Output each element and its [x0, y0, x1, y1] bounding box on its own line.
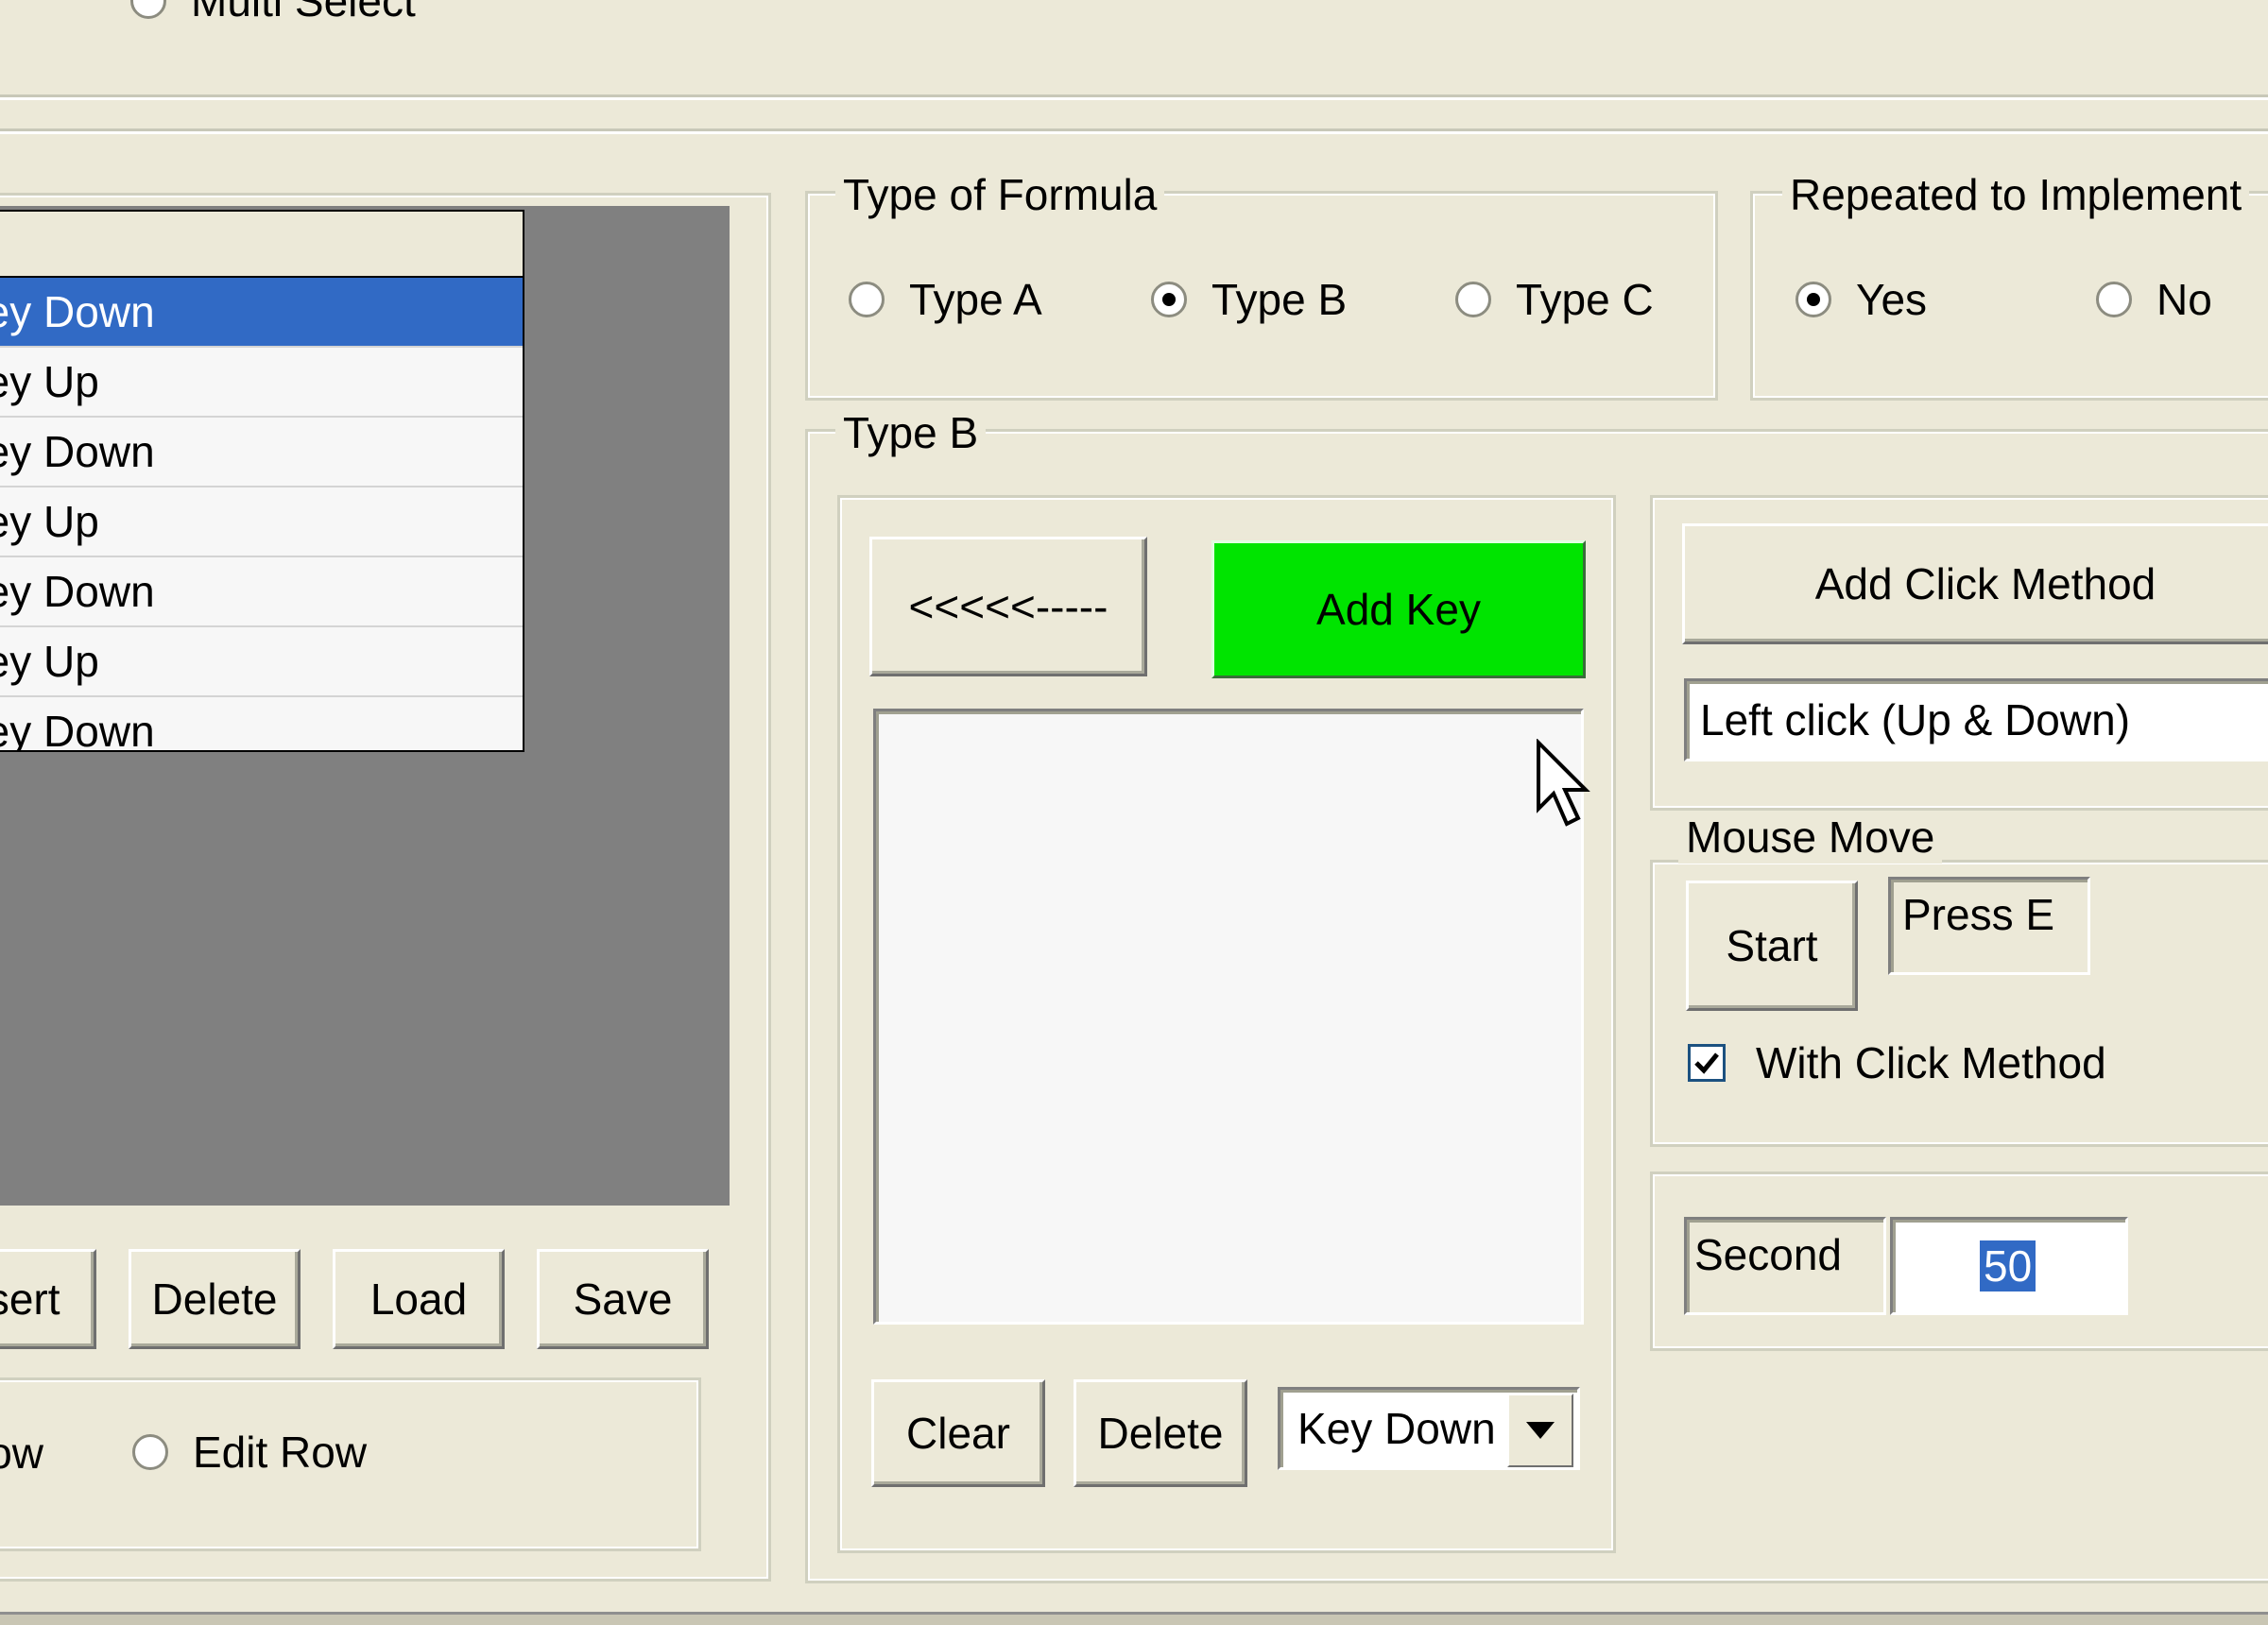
clear-button[interactable]: Clear [871, 1379, 1045, 1487]
type-a-radio[interactable]: Type A [849, 274, 1042, 325]
no-radio[interactable]: No [2096, 274, 2212, 325]
type-of-formula-legend: Type of Formula [835, 168, 1165, 221]
type-c-label: Type C [1516, 275, 1654, 324]
move-back-button[interactable]: <<<<<----- [869, 537, 1147, 676]
list-item[interactable]: Key Down [0, 697, 523, 752]
press-hint-text: Press E [1902, 890, 2055, 939]
list-item-label: Key Up [0, 357, 99, 406]
edit-row-label: Edit Row [193, 1428, 368, 1477]
chevron-down-icon [1526, 1422, 1555, 1439]
key-list[interactable]: Key Down Key Up Key Down Key Up Key Down Key … [0, 210, 524, 752]
load-button[interactable]: Load [333, 1249, 505, 1349]
edit-row-radio[interactable]: Edit Row [132, 1427, 367, 1478]
insert-button[interactable]: Insert [0, 1249, 96, 1349]
list-item[interactable]: Key Up [0, 488, 523, 557]
click-method-select[interactable]: Left click (Up & Down) [1684, 678, 2268, 761]
list-item[interactable]: Key Down [0, 278, 523, 348]
top-separator-2 [0, 128, 2268, 134]
save-button[interactable]: Save [537, 1249, 709, 1349]
list-item[interactable]: Key Down [0, 557, 523, 627]
no-label: No [2156, 275, 2212, 324]
delete-key-button[interactable]: Delete [1074, 1379, 1247, 1487]
radio-circle[interactable] [132, 1434, 168, 1470]
keys-textarea[interactable] [873, 709, 1584, 1325]
radio-circle[interactable] [1455, 282, 1491, 317]
checkbox-box[interactable] [1688, 1044, 1726, 1082]
key-event-select[interactable]: Key Down [1278, 1387, 1580, 1470]
mouse-cursor-icon [1537, 739, 1590, 827]
second-input[interactable]: 50 [1890, 1217, 2128, 1315]
type-b-radio[interactable]: Type B [1151, 274, 1347, 325]
row-option-label: Row [0, 1428, 44, 1478]
list-item-label: Key Down [0, 427, 155, 476]
bottom-edge [0, 1612, 2268, 1625]
mouse-move-legend: Mouse Move [1678, 811, 1943, 864]
list-item-label: Key Up [0, 497, 99, 546]
radio-circle[interactable] [2096, 282, 2132, 317]
press-hint-box: Press E [1888, 877, 2090, 975]
multi-select-label: Multi Select [191, 0, 416, 26]
click-method-value: Left click (Up & Down) [1700, 695, 2131, 744]
radio-circle-selected[interactable] [1796, 282, 1831, 317]
key-event-value: Key Down [1297, 1404, 1496, 1453]
radio-circle-selected[interactable] [1151, 282, 1187, 317]
type-c-radio[interactable]: Type C [1455, 274, 1654, 325]
type-b-label: Type B [1211, 275, 1348, 324]
with-click-method-label: With Click Method [1756, 1038, 2106, 1087]
repeated-legend: Repeated to Implement [1782, 168, 2250, 221]
type-b-legend: Type B [835, 406, 987, 459]
second-label-box: Second [1684, 1217, 1886, 1315]
yes-label: Yes [1856, 275, 1928, 324]
list-item[interactable]: Key Down [0, 418, 523, 488]
type-a-label: Type A [909, 275, 1042, 324]
multi-select-radio[interactable]: Multi Select [130, 0, 416, 26]
checkmark-icon [1694, 1052, 1719, 1074]
top-separator [0, 94, 2268, 100]
add-click-method-button[interactable]: Add Click Method [1682, 523, 2268, 644]
delete-list-button[interactable]: Delete [129, 1249, 301, 1349]
list-item-label: Key Down [0, 567, 155, 616]
add-key-button[interactable]: Add Key [1211, 540, 1586, 678]
dropdown-button[interactable] [1507, 1394, 1573, 1467]
list-header [0, 212, 523, 278]
second-value: 50 [1980, 1240, 2036, 1291]
list-rows: Key Down Key Up Key Down Key Up Key Down Key … [0, 278, 523, 752]
yes-radio[interactable]: Yes [1796, 274, 1927, 325]
list-item-label: Key Down [0, 707, 155, 752]
radio-circle[interactable] [130, 0, 166, 19]
with-click-method-checkbox[interactable]: With Click Method [1688, 1037, 2106, 1088]
list-item[interactable]: Key Up [0, 348, 523, 418]
list-item[interactable]: Key Up [0, 627, 523, 697]
second-label: Second [1694, 1230, 1843, 1279]
list-item-label: Key Down [0, 287, 155, 336]
start-button[interactable]: Start [1686, 881, 1858, 1011]
list-item-label: Key Up [0, 637, 99, 686]
radio-circle[interactable] [849, 282, 885, 317]
